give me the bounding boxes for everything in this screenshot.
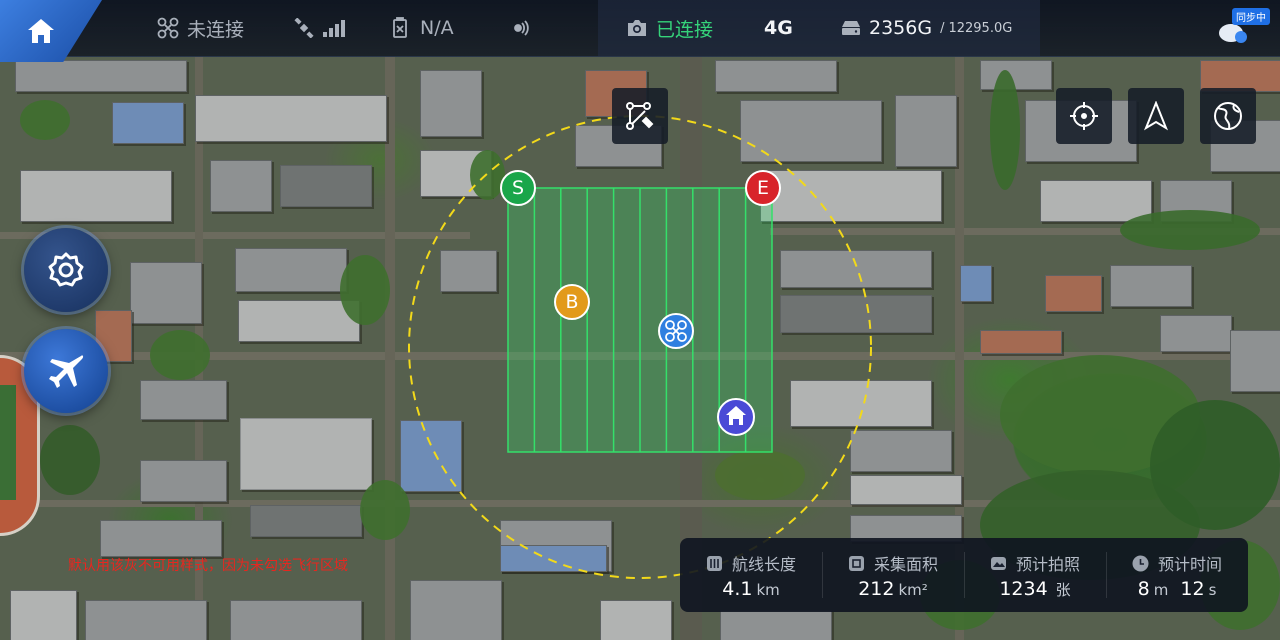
battery-icon <box>393 17 407 38</box>
takeoff-button[interactable] <box>24 329 108 413</box>
payload-status-group: 已连接 4G 2356G / 12295.0G <box>598 0 1040 56</box>
edit-route-icon <box>626 102 654 130</box>
area-icon <box>848 555 864 571</box>
storage-total-text: 12295.0G <box>948 20 1013 36</box>
storage-used-text: 2356G <box>869 17 933 39</box>
locate-icon <box>1070 102 1098 130</box>
cloud-sync-button[interactable]: 同步中 <box>1212 6 1270 50</box>
camera-connection-status: 已连接 <box>626 0 713 56</box>
clock-icon <box>1132 555 1149 571</box>
rtk-status <box>507 0 529 56</box>
camera-status-text: 已连接 <box>656 18 714 41</box>
network-status: 4G <box>764 0 793 56</box>
end-marker-label: E <box>757 177 769 199</box>
time-label: 预计时间 <box>1157 555 1222 574</box>
home-icon <box>28 19 54 43</box>
camera-icon <box>628 20 646 36</box>
settings-button[interactable] <box>24 228 108 312</box>
route-length-label: 航线长度 <box>731 555 796 574</box>
start-marker-label: S <box>512 177 524 199</box>
storage-separator: / <box>940 20 945 36</box>
survey-area-stat: 采集面积 212 km² <box>822 538 964 612</box>
route-length-unit: km <box>756 581 780 599</box>
battery-status: N/A <box>392 0 454 56</box>
time-seconds: 12 <box>1180 578 1205 600</box>
satellite-icon <box>294 18 314 38</box>
home-point-marker[interactable] <box>717 398 755 436</box>
airplane-icon <box>49 355 84 388</box>
top-status-bar: 未连接 N/A 已连接 4G 2356G / 12295.0G 同步中 <box>0 0 1280 62</box>
photo-count-stat: 预计拍照 1234 张 <box>964 538 1106 612</box>
warning-message: 默认用该灰不可用样式，因为未勾选飞行区域 <box>68 558 348 574</box>
area-value: 212 <box>858 578 895 600</box>
area-label: 采集面积 <box>873 555 938 574</box>
time-minutes-unit: m <box>1153 581 1169 599</box>
breakpoint-marker[interactable]: B <box>554 284 590 320</box>
photo-icon <box>990 556 1006 570</box>
time-minutes: 8 <box>1137 578 1150 600</box>
drone-position-marker[interactable] <box>658 313 694 349</box>
home-button[interactable] <box>0 0 102 62</box>
network-type-text: 4G <box>764 17 793 39</box>
drone-icon <box>157 17 179 39</box>
route-length-value: 4.1 <box>722 578 753 600</box>
drone-connection-status: 未连接 <box>157 0 244 56</box>
globe-icon <box>1214 102 1242 130</box>
breakpoint-marker-label: B <box>565 291 578 313</box>
gps-signal-status <box>294 0 346 56</box>
mission-stats-panel: 航线长度 4.1 km 采集面积 212 km² 预计拍照 1234 张 预计时间 8… <box>680 538 1248 612</box>
rtk-icon <box>514 20 529 36</box>
end-marker[interactable]: E <box>745 170 781 206</box>
route-length-icon <box>706 555 722 571</box>
sync-status-badge: 同步中 <box>1232 8 1270 25</box>
compass-button[interactable] <box>1128 88 1184 144</box>
photos-unit: 张 <box>1055 581 1071 599</box>
settings-icon <box>48 252 84 287</box>
start-marker[interactable]: S <box>500 170 536 206</box>
time-seconds-unit: s <box>1208 581 1217 599</box>
area-unit: km² <box>898 581 928 599</box>
route-length-stat: 航线长度 4.1 km <box>680 538 822 612</box>
locate-button[interactable] <box>1056 88 1112 144</box>
photos-label: 预计拍照 <box>1015 555 1080 574</box>
storage-icon <box>842 21 860 35</box>
drone-status-text: 未连接 <box>187 18 245 41</box>
signal-icon <box>323 20 345 37</box>
flight-time-stat: 预计时间 8m 12 s <box>1106 538 1248 612</box>
compass-icon <box>1143 101 1169 131</box>
storage-status: 2356G / 12295.0G <box>841 0 1012 56</box>
map-layer-button[interactable] <box>1200 88 1256 144</box>
edit-route-button[interactable] <box>612 88 668 144</box>
photos-value: 1234 <box>999 578 1048 600</box>
gps-value-text: N/A <box>420 17 454 39</box>
